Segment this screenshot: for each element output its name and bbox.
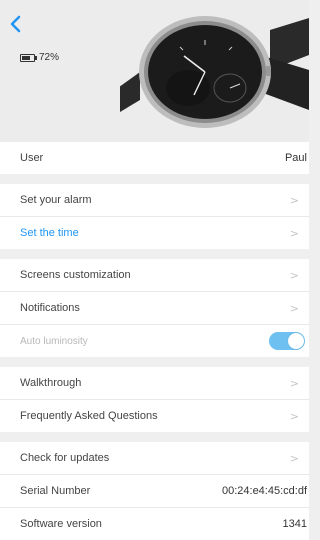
set-time-label: Set the time — [20, 227, 79, 239]
screens-customization-row[interactable]: Screens customization > — [0, 259, 309, 292]
serial-number-value: 00:24:e4:45:cd:df — [221, 485, 307, 497]
software-version-label: Software version — [20, 518, 102, 530]
check-updates-row[interactable]: Check for updates > — [0, 442, 309, 475]
help-section: Walkthrough > Frequently Asked Questions… — [0, 367, 309, 432]
display-section: Screens customization > Notifications > … — [0, 259, 309, 357]
faq-label: Frequently Asked Questions — [20, 410, 158, 422]
alarm-time-section: Set your alarm > Set the time > — [0, 184, 309, 249]
battery-icon — [20, 53, 37, 62]
chevron-right-icon: > — [289, 268, 299, 282]
auto-luminosity-toggle[interactable] — [269, 332, 305, 350]
watch-header: 72% — [0, 0, 309, 142]
user-section: User Paul — [0, 142, 309, 174]
walkthrough-row[interactable]: Walkthrough > — [0, 367, 309, 400]
device-info-section: Check for updates > Serial Number 00:24:… — [0, 442, 309, 540]
notifications-label: Notifications — [20, 302, 80, 314]
screens-customization-label: Screens customization — [20, 269, 131, 281]
check-updates-label: Check for updates — [20, 452, 110, 464]
software-version-value: 1341 — [282, 518, 307, 530]
chevron-right-icon: > — [289, 451, 299, 465]
battery-indicator: 72% — [20, 52, 59, 63]
back-arrow-icon[interactable] — [8, 14, 24, 34]
auto-luminosity-row: Auto luminosity — [0, 325, 309, 357]
serial-number-row: Serial Number 00:24:e4:45:cd:df — [0, 475, 309, 508]
chevron-right-icon: > — [289, 193, 299, 207]
user-value: Paul — [284, 152, 307, 164]
chevron-right-icon: > — [289, 376, 299, 390]
auto-luminosity-label: Auto luminosity — [20, 335, 88, 347]
toggle-knob — [288, 333, 304, 349]
set-alarm-row[interactable]: Set your alarm > — [0, 184, 309, 217]
chevron-right-icon: > — [289, 226, 299, 240]
battery-percent: 72% — [39, 52, 60, 63]
user-row[interactable]: User Paul — [0, 142, 309, 174]
chevron-right-icon: > — [289, 409, 299, 423]
notifications-row[interactable]: Notifications > — [0, 292, 309, 325]
faq-row[interactable]: Frequently Asked Questions > — [0, 400, 309, 432]
chevron-right-icon: > — [289, 301, 299, 315]
user-label: User — [20, 152, 44, 164]
watch-image — [120, 16, 309, 128]
walkthrough-label: Walkthrough — [20, 377, 82, 389]
serial-number-label: Serial Number — [20, 485, 91, 497]
set-time-row[interactable]: Set the time > — [0, 217, 309, 249]
set-alarm-label: Set your alarm — [20, 194, 92, 206]
software-version-row: Software version 1341 — [0, 508, 309, 540]
